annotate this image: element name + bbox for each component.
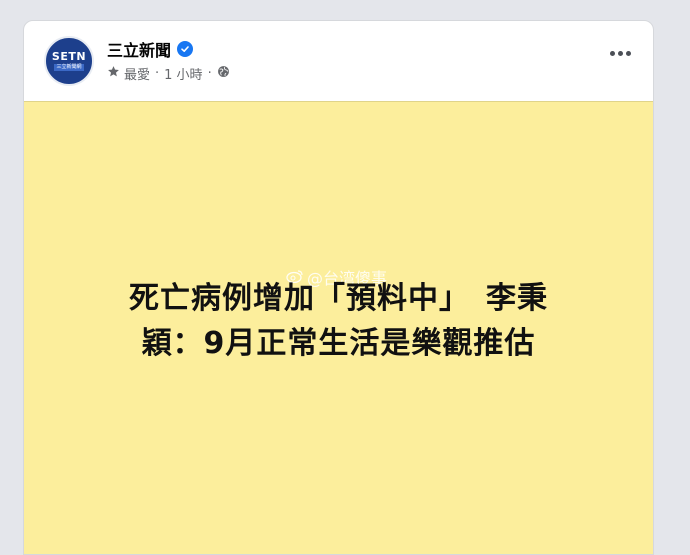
post-meta: 最愛 · 1 小時 ·	[107, 64, 230, 83]
avatar-logo: SETN	[51, 50, 87, 63]
verified-badge-icon	[177, 41, 194, 57]
avatar-sub: 三立新聞網	[54, 64, 84, 71]
meta-separator: ·	[207, 66, 212, 81]
post-card: SETN 三立新聞網 三立新聞 最愛 · 1 小時 · @台湾傻事 死亡病例增加…	[23, 20, 654, 555]
page-avatar[interactable]: SETN 三立新聞網	[44, 36, 94, 86]
name-row: 三立新聞	[107, 37, 194, 61]
audience-label[interactable]: 最愛	[124, 64, 150, 83]
headline: 死亡病例增加「預料中」 李秉 穎：9月正常生活是樂觀推估	[24, 276, 653, 366]
page-name[interactable]: 三立新聞	[107, 37, 171, 61]
globe-icon	[217, 65, 230, 82]
more-options-icon[interactable]	[610, 51, 631, 56]
star-icon	[107, 65, 120, 82]
post-image[interactable]: @台湾傻事 死亡病例增加「預料中」 李秉 穎：9月正常生活是樂觀推估	[24, 101, 653, 554]
meta-separator: ·	[155, 66, 160, 81]
post-header: SETN 三立新聞網 三立新聞 最愛 · 1 小時 ·	[24, 21, 653, 101]
post-time[interactable]: 1 小時	[164, 64, 202, 83]
headline-line: 穎：9月正常生活是樂觀推估	[141, 326, 536, 361]
headline-line: 死亡病例增加「預料中」 李秉	[129, 281, 548, 316]
